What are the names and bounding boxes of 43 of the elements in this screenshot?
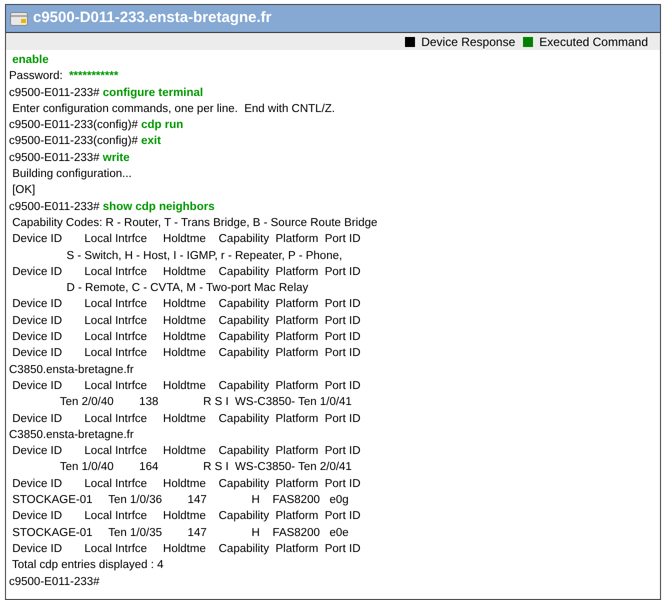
legend-label: Executed Command: [539, 34, 648, 50]
executed-command: show cdp neighbors: [102, 200, 215, 213]
device-response: c9500-E011-233#: [9, 86, 101, 99]
executed-command: cdp run: [141, 119, 184, 132]
device-response: Device ID Local Intrfce Holdtme Capability Platform Port ID: [11, 478, 361, 490]
device-response: Device ID Local Intrfce Holdtme Capability Platform Port ID: [11, 510, 361, 522]
device-response: Ten 2/0/40 138 R S I WS-C3850- Ten 1/0/41: [58, 396, 352, 408]
device-response: c9500-E011-233(config)#: [9, 135, 139, 148]
device-response: STOCKAGE-01 Ten 1/0/36 147 H FAS8200 e0g: [11, 494, 349, 506]
window-title: c9500-D011-233.ensta-bretagne.fr: [33, 8, 272, 28]
device-response: Device ID Local Intrfce Holdtme Capability Platform Port ID: [11, 314, 361, 327]
device-response: Total cdp entries displayed : 4: [10, 559, 164, 572]
device-response: Device ID Local Intrfce Holdtme Capability Platform Port ID: [11, 412, 361, 425]
device-response: c9500-E011-233(config)#: [9, 119, 139, 132]
device-response: Device ID Local Intrfce Holdtme Capability Platform Port ID: [11, 266, 361, 278]
executed-command: configure terminal: [102, 86, 204, 99]
executed-command: ***********: [69, 70, 118, 82]
device-response: Device ID Local Intrfce Holdtme Capability Platform Port ID: [11, 347, 361, 360]
device-response: Device ID Local Intrfce Holdtme Capability Platform Port ID: [11, 380, 361, 392]
device-response: c9500-E011-233#: [9, 152, 101, 164]
device-response: D - Remote, C - CVTA, M - Two-port Mac Relay: [66, 282, 308, 294]
legend-label: Device Response: [421, 34, 516, 50]
device-response: Device ID Local Intrfce Holdtme Capability Platform Port ID: [11, 233, 361, 246]
device-response: c9500-E011-233#: [9, 200, 101, 213]
device-response: Device ID Local Intrfce Holdtme Capability Platform Port ID: [11, 445, 361, 458]
executed-command: enable: [11, 54, 49, 66]
device-response: Capability Codes: R - Router, T - Trans Bridge, B - Source Route Bridge: [11, 216, 378, 229]
device-response: C3850.ensta-bretagne.fr: [9, 364, 134, 376]
device-response: Device ID Local Intrfce Holdtme Capability Platform Port ID: [11, 542, 361, 555]
device-response: C3850.ensta-bretagne.fr: [9, 428, 134, 441]
device-response: Enter configuration commands, one per line. End with CNTL/Z.: [11, 102, 335, 115]
executed-command: exit: [141, 135, 161, 148]
device-response: Ten 1/0/40 164 R S I WS-C3850- Ten 2/0/41: [58, 461, 352, 474]
device-response: Device ID Local Intrfce Holdtme Capability Platform Port ID: [11, 298, 361, 310]
device-response: [OK]: [11, 184, 36, 196]
window-icon: [10, 12, 28, 26]
device-response: S - Switch, H - Host, I - IGMP, r - Repeater, P - Phone,: [66, 250, 342, 262]
device-response: Building configuration...: [11, 168, 132, 180]
device-response: STOCKAGE-01 Ten 1/0/35 147 H FAS8200 e0e: [11, 526, 349, 539]
executed-command: write: [102, 152, 130, 164]
device-response: c9500-E011-233#: [9, 576, 100, 588]
device-response: Device ID Local Intrfce Holdtme Capability Platform Port ID: [11, 331, 361, 344]
device-response: Password:: [9, 70, 64, 82]
